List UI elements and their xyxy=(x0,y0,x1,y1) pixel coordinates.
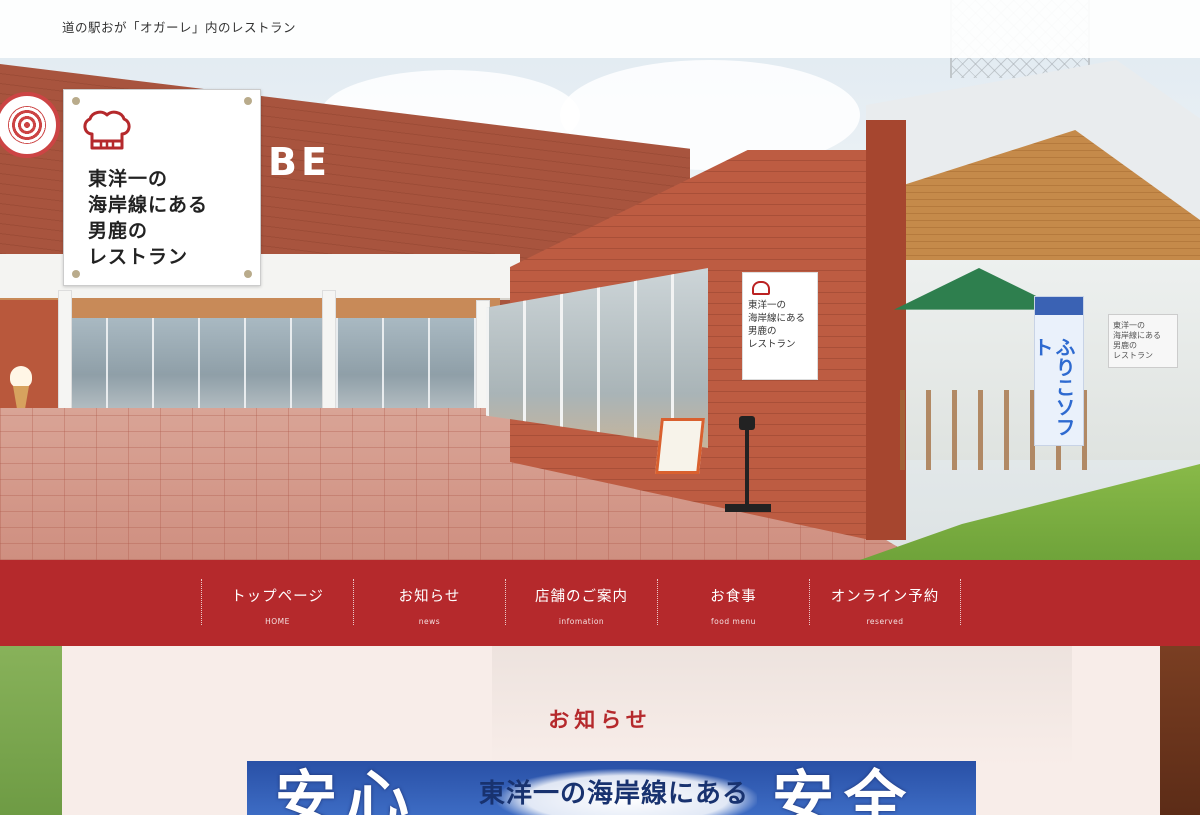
nav-label: お知らせ xyxy=(398,589,461,605)
site-tagline: 道の駅おが「オガーレ」内のレストラン xyxy=(62,20,297,35)
pavilion-sign: 東洋一の 海岸線にある 男鹿の レストラン xyxy=(1108,314,1178,368)
pin-icon xyxy=(72,270,80,278)
banner-left-text: 安心 xyxy=(275,763,420,815)
wall-sign-line: 男鹿の xyxy=(748,326,777,337)
logo-line: 東洋一の xyxy=(88,168,169,190)
nav-label: オンライン予約 xyxy=(830,589,940,605)
banner-right-text: 安全 xyxy=(772,763,917,815)
pin-icon xyxy=(244,270,252,278)
wall-sign-line: レストラン xyxy=(748,339,796,350)
nav-item-reserved[interactable]: オンライン予約 reserved xyxy=(809,579,961,626)
pavilion-sign-line: レストラン xyxy=(1113,351,1153,360)
nav-item-food-menu[interactable]: お食事 food menu xyxy=(657,579,809,626)
logo-line: 海岸線にある xyxy=(88,194,209,216)
wall-sign-line: 海岸線にある xyxy=(748,313,806,324)
logo-text: 東洋一の 海岸線にある 男鹿の レストラン xyxy=(88,166,208,270)
news-banner-image[interactable]: 安心 東洋一の海岸線にある 安全 xyxy=(247,761,976,815)
pavilion-post xyxy=(866,120,906,540)
pavilion-sign-line: 男鹿の xyxy=(1113,341,1137,350)
nav-label: 店舗のご案内 xyxy=(535,589,628,605)
wall-sign-line: 東洋一の xyxy=(748,300,787,311)
nobori-banner: ふりこソフト xyxy=(1030,296,1084,446)
canopy-soffit xyxy=(0,298,500,320)
restaurant-wall-sign: 東洋一の 海岸線にある 男鹿の レストラン xyxy=(742,272,818,380)
nav-list: トップページ HOME お知らせ news 店舗のご案内 infomation … xyxy=(201,579,961,626)
a-frame-sign xyxy=(655,418,705,474)
global-nav: トップページ HOME お知らせ news 店舗のご案内 infomation … xyxy=(0,560,1200,646)
chef-hat-icon xyxy=(752,281,770,295)
pavilion-sign-line: 東洋一の xyxy=(1113,321,1145,330)
nav-sublabel: reserved xyxy=(866,617,904,626)
store-front-glass xyxy=(60,318,500,413)
nav-sublabel: HOME xyxy=(265,617,290,626)
speaker-pole xyxy=(725,416,771,512)
banner-headline: 東洋一の海岸線にある xyxy=(479,779,750,809)
site-logo[interactable]: 東洋一の 海岸線にある 男鹿の レストラン xyxy=(63,89,261,286)
logo-line: 男鹿の xyxy=(88,220,149,242)
news-section-title: お知らせ xyxy=(548,708,652,732)
nav-label: お食事 xyxy=(710,589,757,605)
nav-item-news[interactable]: お知らせ news xyxy=(353,579,505,626)
chef-hat-icon xyxy=(83,110,131,150)
building-letters: BE xyxy=(268,140,331,184)
top-strip: 道の駅おが「オガーレ」内のレストラン xyxy=(0,0,1200,58)
nav-item-information[interactable]: 店舗のご案内 infomation xyxy=(505,579,657,626)
pin-icon xyxy=(244,97,252,105)
nav-label: トップページ xyxy=(231,589,324,605)
nav-sublabel: food menu xyxy=(711,617,756,626)
banner-flag-text: ふりこソフト xyxy=(1030,337,1076,437)
pavilion-sign-line: 海岸線にある xyxy=(1113,331,1161,340)
nav-sublabel: infomation xyxy=(558,617,605,626)
nav-item-home[interactable]: トップページ HOME xyxy=(201,579,353,626)
nav-sublabel: news xyxy=(418,617,441,626)
logo-line: レストラン xyxy=(88,246,189,268)
pin-icon xyxy=(72,97,80,105)
